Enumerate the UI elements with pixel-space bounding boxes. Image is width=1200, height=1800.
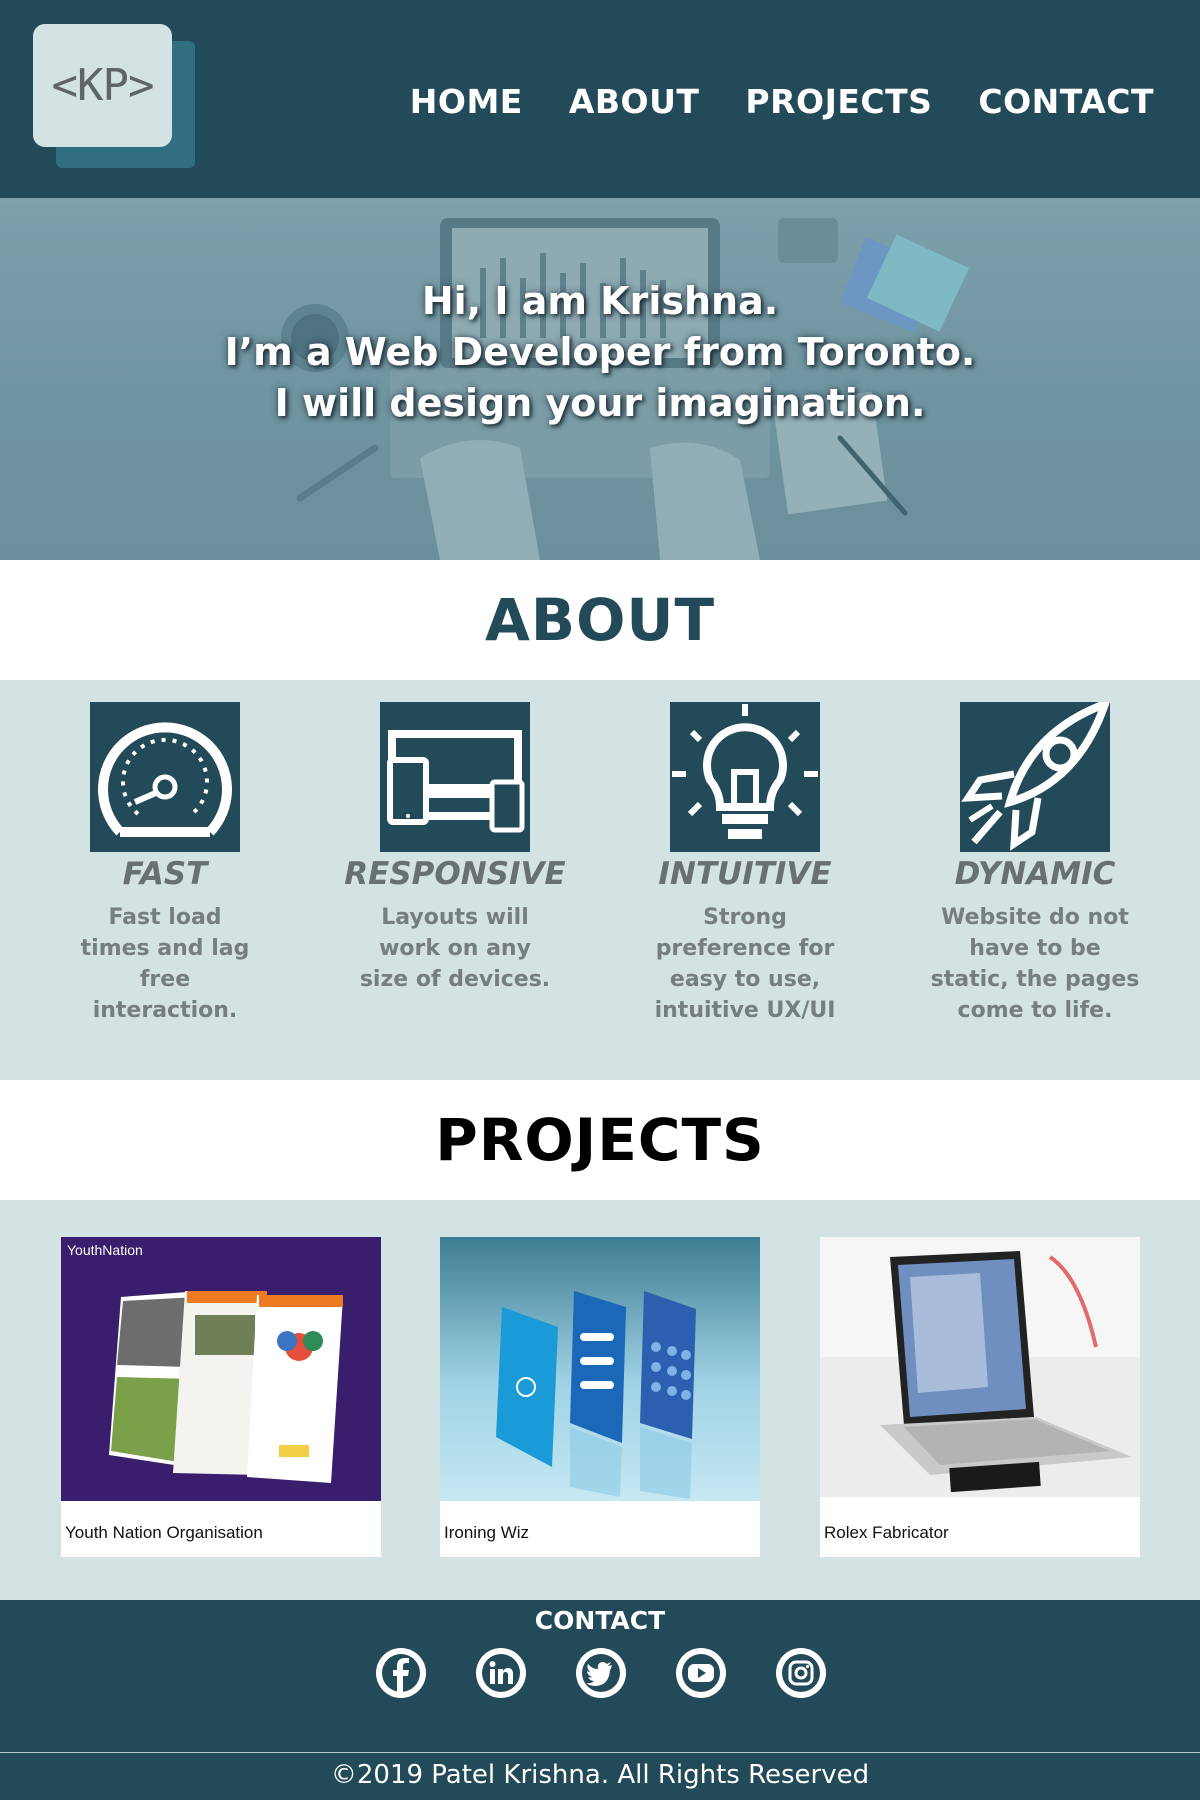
- logo-text: <KP>: [51, 60, 155, 111]
- youthnation-label: YouthNation: [67, 1242, 143, 1258]
- instagram-icon[interactable]: [776, 1648, 826, 1698]
- feature-dynamic: DYNAMIC Website do not have to be static…: [920, 702, 1150, 1026]
- feature-intuitive: INTUITIVE Strong preference for easy to …: [630, 702, 860, 1026]
- speedometer-icon: [90, 702, 240, 852]
- youtube-icon[interactable]: [676, 1648, 726, 1698]
- feature-title: DYNAMIC: [954, 856, 1116, 892]
- project-card-ironing-wiz[interactable]: Ironing Wiz: [440, 1237, 760, 1557]
- about-title-band: ABOUT: [0, 560, 1200, 680]
- hero-line-3: I will design your imagination.: [274, 381, 926, 425]
- hero-line-2: I’m a Web Developer from Toronto.: [224, 330, 976, 374]
- project-caption: Youth Nation Organisation: [65, 1523, 263, 1542]
- nav-contact[interactable]: CONTACT: [978, 82, 1154, 121]
- project-caption: Ironing Wiz: [444, 1523, 530, 1542]
- feature-title: FAST: [122, 856, 208, 892]
- project-thumbnail: [440, 1237, 760, 1501]
- facebook-icon[interactable]: [376, 1648, 426, 1698]
- project-caption: Rolex Fabricator: [824, 1523, 949, 1542]
- logo-card: <KP>: [33, 24, 172, 147]
- project-thumbnail: YouthNation: [61, 1237, 381, 1501]
- feature-title: INTUITIVE: [658, 856, 832, 892]
- hero-tagline: Hi, I am Krishna. I’m a Web Developer fr…: [0, 276, 1200, 429]
- lightbulb-icon: [670, 702, 820, 852]
- contact-title: CONTACT: [534, 1606, 666, 1635]
- project-card-youth-nation[interactable]: YouthNation Youth Nation Organisation: [61, 1237, 381, 1557]
- feature-responsive: RESPONSIVE Layouts will work on any size…: [340, 702, 570, 995]
- project-card-rolex-fabricator[interactable]: Rolex Fabricator: [820, 1237, 1140, 1557]
- feature-desc: Fast load times and lag free interaction…: [80, 905, 250, 1023]
- projects-title-band: PROJECTS: [0, 1080, 1200, 1200]
- footer-divider: [0, 1752, 1200, 1753]
- feature-title: RESPONSIVE: [344, 856, 566, 892]
- nav-home[interactable]: HOME: [410, 82, 523, 121]
- linkedin-icon[interactable]: [476, 1648, 526, 1698]
- feature-fast: FAST Fast load times and lag free intera…: [50, 702, 280, 1026]
- project-thumbnail: [820, 1237, 1140, 1497]
- feature-desc: Layouts will work on any size of devices…: [359, 905, 551, 992]
- hero-banner: Hi, I am Krishna. I’m a Web Developer fr…: [0, 198, 1200, 560]
- hero-line-1: Hi, I am Krishna.: [421, 279, 779, 323]
- about-title: ABOUT: [484, 586, 716, 654]
- social-links: [376, 1648, 826, 1698]
- twitter-icon[interactable]: [576, 1648, 626, 1698]
- about-features: FAST Fast load times and lag free intera…: [0, 680, 1200, 1080]
- nav-projects[interactable]: PROJECTS: [745, 82, 932, 121]
- devices-icon: [380, 702, 530, 852]
- nav-about[interactable]: ABOUT: [569, 82, 700, 121]
- rocket-icon: [960, 702, 1110, 852]
- feature-desc: Strong preference for easy to use, intui…: [654, 905, 836, 1023]
- projects-grid: YouthNation Youth Nation Organisation Ir…: [0, 1200, 1200, 1600]
- main-nav: HOME ABOUT PROJECTS CONTACT: [364, 82, 1154, 121]
- logo[interactable]: <KP>: [33, 24, 195, 168]
- feature-desc: Website do not have to be static, the pa…: [930, 905, 1140, 1023]
- site-footer: CONTACT ©2019 Patel Krishna. All Rights …: [0, 1600, 1200, 1800]
- projects-title: PROJECTS: [435, 1106, 765, 1174]
- site-header: <KP> HOME ABOUT PROJECTS CONTACT: [0, 0, 1200, 198]
- copyright-text: ©2019 Patel Krishna. All Rights Reserved: [330, 1760, 870, 1790]
